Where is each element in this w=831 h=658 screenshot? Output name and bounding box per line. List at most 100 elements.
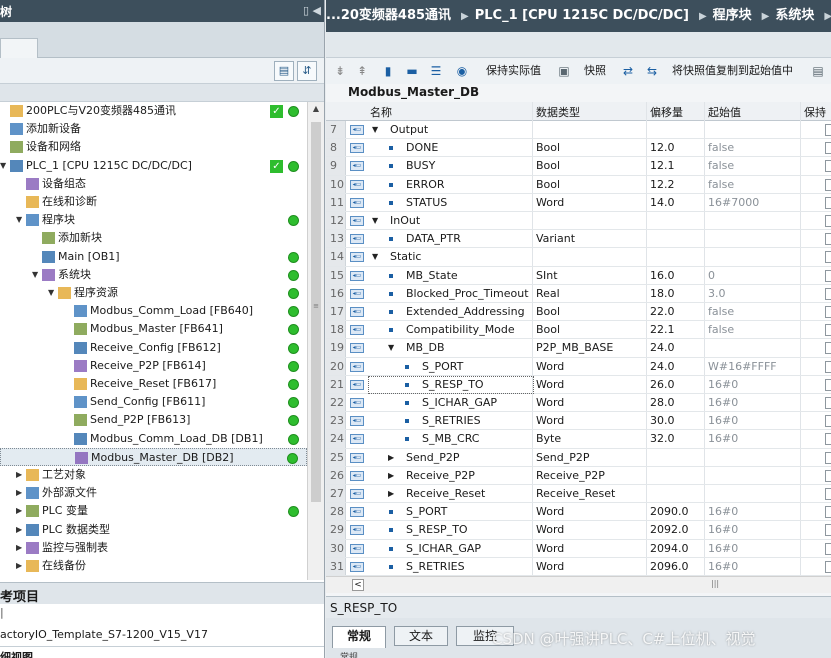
table-row[interactable]: 12 ◂▭ ▼ InOut: [326, 212, 831, 231]
table-row[interactable]: 22 ◂▭ S_ICHAR_GAP Word 28.0 16#0: [326, 394, 831, 413]
cell-start[interactable]: 16#0: [708, 503, 798, 521]
copy-snapshot-button[interactable]: 将快照值复制到起始值中: [672, 64, 793, 78]
cell-name[interactable]: S_ICHAR_GAP: [406, 540, 534, 558]
retain-checkbox[interactable]: [825, 360, 831, 373]
cell-name[interactable]: S_MB_CRC: [422, 430, 534, 448]
cell-offset[interactable]: 22.1: [650, 321, 702, 339]
cell-name[interactable]: DATA_PTR: [406, 230, 534, 248]
row-number[interactable]: 9: [326, 157, 346, 175]
cell-type[interactable]: Bool: [536, 321, 644, 339]
expand-arrow-icon[interactable]: ▼: [388, 339, 394, 357]
cell-type[interactable]: Real: [536, 285, 644, 303]
table-row[interactable]: 16 ◂▭ Blocked_Proc_Timeout Real 18.0 3.0: [326, 284, 831, 303]
expand-arrow-icon[interactable]: ▼: [32, 266, 42, 284]
more-icon[interactable]: ▤: [810, 64, 826, 78]
cell-name[interactable]: InOut: [390, 212, 534, 230]
cell-name[interactable]: Receive_P2P: [406, 467, 534, 485]
cell-name[interactable]: ERROR: [406, 176, 534, 194]
table-row[interactable]: 20 ◂▭ S_PORT Word 24.0 W#16#FFFF: [326, 357, 831, 376]
cell-offset[interactable]: 22.0: [650, 303, 702, 321]
tree-item[interactable]: Receive_P2P [FB614]: [0, 357, 307, 375]
row-number[interactable]: 23: [326, 412, 346, 430]
row-number[interactable]: 18: [326, 321, 346, 339]
scroll-up-icon[interactable]: ▲: [310, 104, 322, 116]
retain-checkbox[interactable]: [825, 560, 831, 573]
tree-item[interactable]: ▼ 程序资源: [0, 284, 307, 302]
cell-offset[interactable]: 2094.0: [650, 540, 702, 558]
row-number[interactable]: 31: [326, 557, 346, 575]
table-row[interactable]: 10 ◂▭ ERROR Bool 12.2 false: [326, 175, 831, 194]
row-number[interactable]: 12: [326, 212, 346, 230]
expand-arrow-icon[interactable]: ▼: [372, 121, 378, 139]
tree-item[interactable]: Modbus_Comm_Load [FB640]: [0, 302, 307, 320]
tree-item[interactable]: ▼ 程序块: [0, 211, 307, 229]
table-row[interactable]: 15 ◂▭ MB_State SInt 16.0 0: [326, 266, 831, 285]
cell-name[interactable]: S_ICHAR_GAP: [422, 394, 534, 412]
monitor-icon[interactable]: ◉: [454, 64, 470, 78]
devices-tab[interactable]: [0, 38, 38, 58]
list-icon[interactable]: ☰: [428, 64, 444, 78]
retain-checkbox[interactable]: [825, 542, 831, 555]
cell-type[interactable]: P2P_MB_BASE: [536, 339, 644, 357]
cell-name[interactable]: BUSY: [406, 157, 534, 175]
retain-checkbox[interactable]: [825, 233, 831, 246]
tree-item[interactable]: ▶ 工艺对象: [0, 466, 307, 484]
breadcrumb-item[interactable]: 程序块: [713, 8, 752, 23]
cell-name[interactable]: S_PORT: [422, 358, 534, 376]
cell-type[interactable]: Receive_Reset: [536, 485, 644, 503]
reference-project-item[interactable]: actoryIO_Template_S7-1200_V15_V17: [0, 628, 208, 641]
cell-type[interactable]: Word: [536, 358, 644, 376]
table-row[interactable]: 31 ◂▭ S_RETRIES Word 2096.0 16#0: [326, 557, 831, 576]
expand-icon[interactable]: ▮: [380, 64, 396, 78]
copy-snapshot-icon[interactable]: ⇄: [620, 64, 636, 78]
row-number[interactable]: 26: [326, 466, 346, 484]
retain-checkbox[interactable]: [825, 433, 831, 446]
cell-start[interactable]: false: [708, 321, 798, 339]
tree-item[interactable]: Main [OB1]: [0, 248, 307, 266]
row-number[interactable]: 7: [326, 121, 346, 139]
row-number[interactable]: 22: [326, 394, 346, 412]
col-name[interactable]: 名称: [370, 104, 392, 120]
expand-arrow-icon[interactable]: ▼: [0, 157, 10, 175]
cell-offset[interactable]: 18.0: [650, 285, 702, 303]
cell-type[interactable]: Word: [536, 521, 644, 539]
expand-arrow-icon[interactable]: ▼: [48, 284, 58, 302]
collapse-icon[interactable]: ▬: [404, 64, 420, 78]
cell-type[interactable]: Bool: [536, 303, 644, 321]
cell-start[interactable]: false: [708, 176, 798, 194]
cell-offset[interactable]: 30.0: [650, 412, 702, 430]
cell-type[interactable]: Send_P2P: [536, 449, 644, 467]
cell-name[interactable]: Compatibility_Mode: [406, 321, 534, 339]
detail-view-label[interactable]: 细视图: [0, 649, 33, 658]
retain-checkbox[interactable]: [825, 415, 831, 428]
cell-offset[interactable]: 2092.0: [650, 521, 702, 539]
tab-general[interactable]: 常规: [332, 626, 386, 648]
cell-type[interactable]: Word: [536, 412, 644, 430]
cell-offset[interactable]: 24.0: [650, 339, 702, 357]
col-offset[interactable]: 偏移量: [650, 104, 683, 120]
tree-item[interactable]: ▶ 监控与强制表: [0, 539, 307, 557]
tree-item[interactable]: Modbus_Comm_Load_DB [DB1]: [0, 430, 307, 448]
cell-type[interactable]: SInt: [536, 267, 644, 285]
cell-offset[interactable]: 12.1: [650, 157, 702, 175]
tree-item[interactable]: Modbus_Master_DB [DB2]: [0, 447, 307, 466]
table-row[interactable]: 11 ◂▭ STATUS Word 14.0 16#7000: [326, 193, 831, 212]
keep-actual-button[interactable]: 保持实际值: [486, 64, 541, 78]
retain-checkbox[interactable]: [825, 215, 831, 227]
cell-type[interactable]: Byte: [536, 430, 644, 448]
collapse-arrow-icon[interactable]: ▶: [16, 466, 26, 484]
table-row[interactable]: 13 ◂▭ DATA_PTR Variant: [326, 230, 831, 249]
tree-item[interactable]: 在线和诊断: [0, 193, 307, 211]
cell-type[interactable]: Bool: [536, 157, 644, 175]
row-number[interactable]: 21: [326, 375, 346, 393]
cell-name[interactable]: Extended_Addressing: [406, 303, 534, 321]
tree-item[interactable]: Send_P2P [FB613]: [0, 411, 307, 429]
tab-text[interactable]: 文本: [394, 626, 448, 646]
row-number[interactable]: 27: [326, 485, 346, 503]
row-number[interactable]: 11: [326, 193, 346, 211]
table-row[interactable]: 19 ◂▭ ▼ MB_DB P2P_MB_BASE 24.0: [326, 339, 831, 358]
cell-start[interactable]: 16#0: [708, 521, 798, 539]
cell-name[interactable]: Send_P2P: [406, 449, 534, 467]
table-row[interactable]: 27 ◂▭ ▶ Receive_Reset Receive_Reset: [326, 485, 831, 504]
cell-type[interactable]: Bool: [536, 139, 644, 157]
